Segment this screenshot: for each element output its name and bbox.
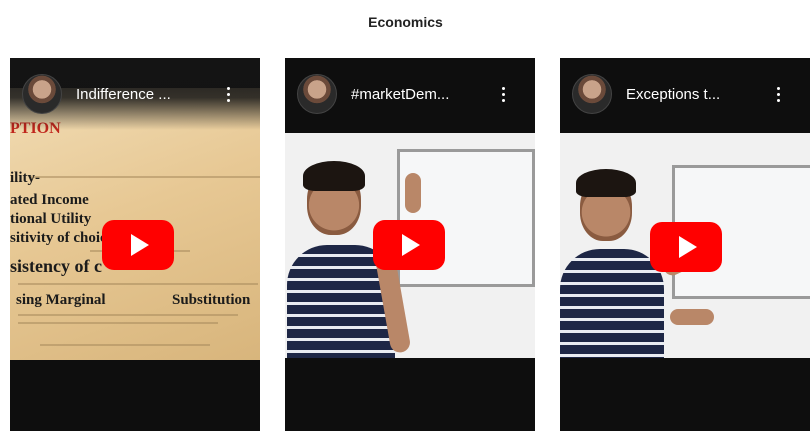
more-vert-icon[interactable] xyxy=(493,84,513,104)
more-vert-icon[interactable] xyxy=(768,84,788,104)
youtube-play-icon[interactable] xyxy=(373,220,445,270)
channel-avatar[interactable] xyxy=(297,74,337,114)
thumbnail-text: ated Income xyxy=(10,192,89,208)
video-header: Indifference ... xyxy=(10,58,260,130)
thumbnail-text: sing Marginal xyxy=(16,292,106,308)
section-title: Economics xyxy=(368,14,443,30)
video-header: Exceptions t... xyxy=(560,58,810,130)
channel-avatar[interactable] xyxy=(22,74,62,114)
video-title[interactable]: Indifference ... xyxy=(76,86,218,103)
video-title[interactable]: Exceptions t... xyxy=(626,86,768,103)
video-card[interactable]: PTION ility- ated Income tional Utility … xyxy=(10,58,260,431)
thumbnail-text: tional Utility xyxy=(10,211,92,227)
youtube-play-icon[interactable] xyxy=(102,220,174,270)
presenter xyxy=(560,249,664,358)
thumbnail-text: sitivity of choice xyxy=(10,230,114,246)
video-header: #marketDem... xyxy=(285,58,535,130)
thumbnail-text: ility- xyxy=(10,170,40,186)
youtube-play-icon[interactable] xyxy=(650,222,722,272)
thumbnail-text: sistency of c xyxy=(10,256,102,276)
video-card[interactable]: Exceptions t... xyxy=(560,58,810,431)
video-card[interactable]: #marketDem... xyxy=(285,58,535,431)
channel-avatar[interactable] xyxy=(572,74,612,114)
video-title[interactable]: #marketDem... xyxy=(351,86,493,103)
more-vert-icon[interactable] xyxy=(218,84,238,104)
thumbnail-text: Substitution xyxy=(172,292,251,308)
